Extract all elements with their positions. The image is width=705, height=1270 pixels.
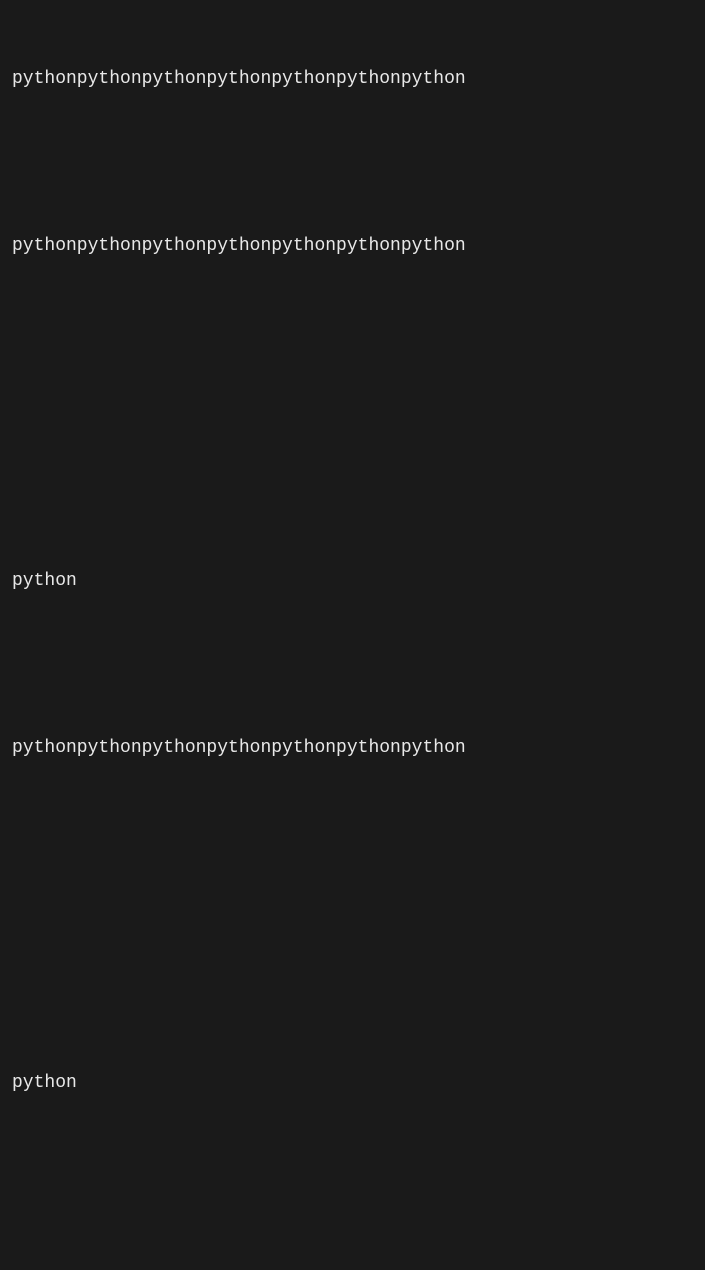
output-line: python — [12, 568, 693, 596]
output-line — [12, 1237, 693, 1265]
output-line — [12, 1154, 693, 1182]
output-line: pythonpythonpythonpythonpythonpythonpyth… — [12, 735, 693, 763]
output-line — [12, 317, 693, 345]
output-line — [12, 903, 693, 931]
output-line — [12, 484, 693, 512]
output-line — [12, 986, 693, 1014]
output-line — [12, 149, 693, 177]
output-line — [12, 400, 693, 428]
output-line: python — [12, 1070, 693, 1098]
output-line — [12, 651, 693, 679]
console-output: pythonpythonpythonpythonpythonpythonpyth… — [12, 10, 693, 1270]
output-line: pythonpythonpythonpythonpythonpythonpyth… — [12, 66, 693, 94]
output-line — [12, 819, 693, 847]
output-line: pythonpythonpythonpythonpythonpythonpyth… — [12, 233, 693, 261]
